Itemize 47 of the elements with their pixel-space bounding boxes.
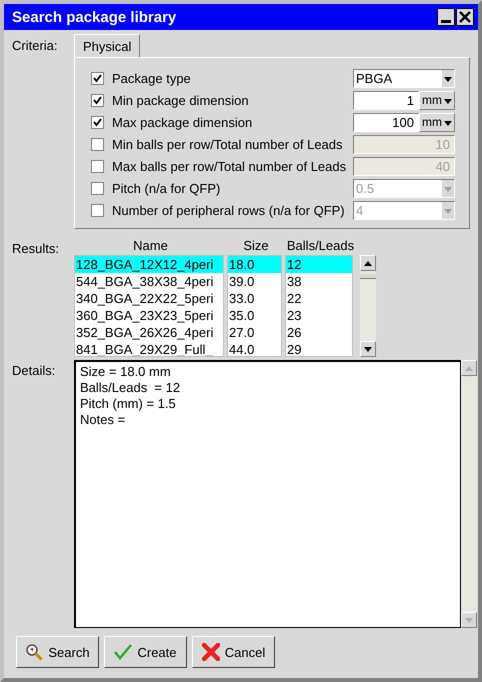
list-item[interactable]: 18.0 <box>228 256 281 273</box>
search-button[interactable]: Search <box>16 636 99 668</box>
criterion-label: Package type <box>112 70 192 86</box>
details-text-area[interactable]: Size = 18.0 mm Balls/Leads = 12 Pitch (mm) = 1.5 Notes = <box>74 360 461 628</box>
criterion-label: Pitch (n/a for QFP) <box>112 180 222 196</box>
window-title: Search package library <box>12 8 176 26</box>
unit-dropdown[interactable]: mm <box>419 112 455 132</box>
up-arrow-icon[interactable] <box>364 260 372 266</box>
checkbox[interactable] <box>91 72 104 84</box>
results-label: Results: <box>12 240 60 258</box>
details-line: Pitch (mm) = 1.5 <box>80 396 177 412</box>
details-line: Notes = <box>80 412 126 428</box>
column-header: Size <box>242 238 270 253</box>
criterion-label: Min package dimension <box>112 92 250 108</box>
scrollbar[interactable] <box>360 255 376 357</box>
criteria-label: Criteria: <box>12 37 59 55</box>
close-icon <box>459 11 471 23</box>
checkbox[interactable] <box>91 94 104 106</box>
close-button[interactable] <box>456 8 474 26</box>
column-header: Balls/Leads <box>286 238 356 253</box>
check-icon <box>93 74 102 82</box>
unit-dropdown[interactable]: mm <box>419 90 455 110</box>
cross-icon <box>202 643 220 661</box>
number-field[interactable]: 1 <box>353 90 419 110</box>
checkbox[interactable] <box>91 116 104 128</box>
number-field[interactable]: 100 <box>353 112 419 132</box>
details-line: Size = 18.0 mm <box>80 364 172 380</box>
cancel-button[interactable]: Cancel <box>192 636 275 668</box>
details-label: Details: <box>12 362 56 380</box>
minimize-button[interactable] <box>437 8 455 26</box>
criterion-label: Min balls per row/Total number of Leads <box>112 136 344 152</box>
criterion-label: Number of peripheral rows (n/a for QFP) <box>112 202 346 218</box>
minimize-icon <box>441 20 451 22</box>
list-item[interactable]: 128_BGA_12X12_4peri <box>75 256 223 273</box>
criterion-label: Max balls per row/Total number of Leads <box>112 158 348 174</box>
check-icon <box>93 118 102 126</box>
magnifier-icon <box>25 643 44 661</box>
down-arrow-icon[interactable] <box>364 346 372 352</box>
create-button[interactable]: Create <box>104 636 187 668</box>
dropdown[interactable]: PBGA <box>353 68 455 88</box>
check-icon <box>93 96 102 104</box>
criterion-label: Max package dimension <box>112 114 254 130</box>
list-item[interactable]: 12 <box>286 256 352 273</box>
details-line: Balls/Leads = 12 <box>80 380 182 396</box>
tab[interactable]: Physical <box>74 34 140 57</box>
checkmark-icon <box>114 644 132 660</box>
column-header: Name <box>132 238 169 253</box>
